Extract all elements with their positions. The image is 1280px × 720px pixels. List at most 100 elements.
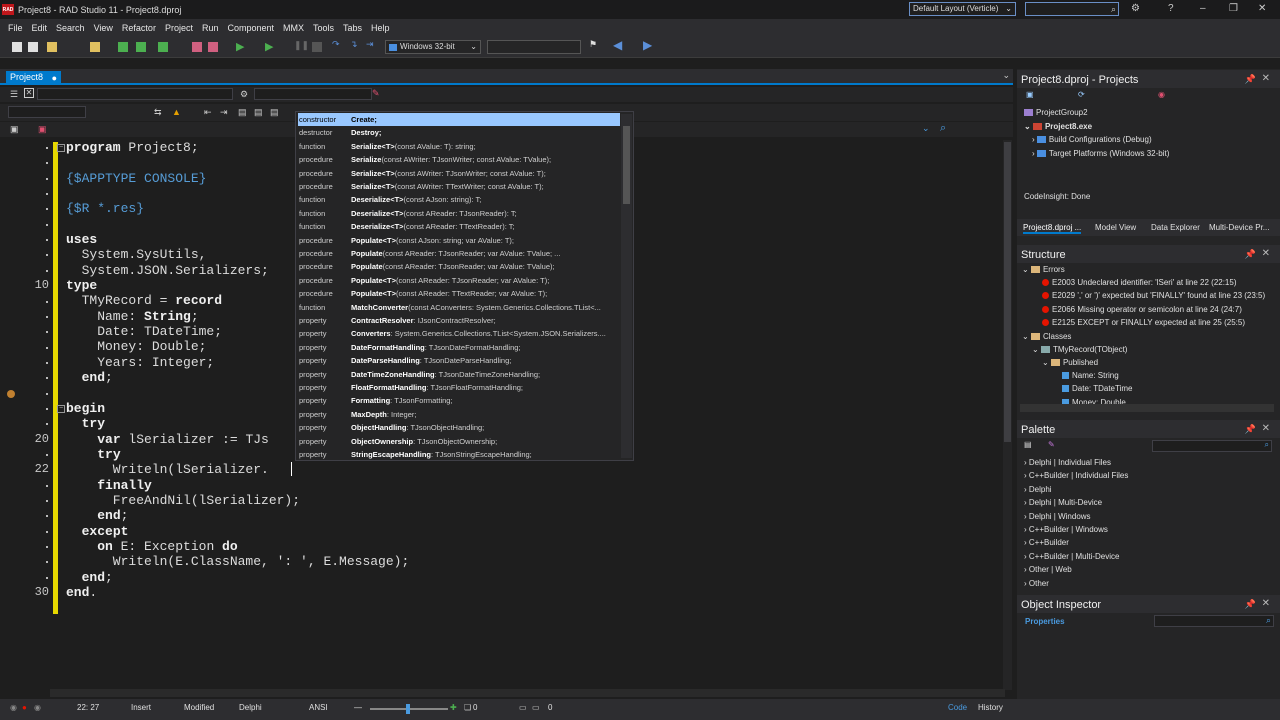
scrollbar-thumb[interactable] (623, 126, 630, 204)
tab-data-explorer[interactable]: Data Explorer (1151, 223, 1200, 232)
tab-model-view[interactable]: Model View (1095, 223, 1136, 232)
completion-item[interactable]: property DateTimeZoneHandling: TJsonDateT… (298, 368, 620, 381)
save-icon[interactable] (118, 42, 128, 52)
outdent-icon[interactable]: ⇥ (220, 107, 228, 118)
menu-item-help[interactable]: Help (371, 23, 390, 33)
palette-category[interactable]: › Other | Web (1024, 565, 1072, 574)
sync-icon[interactable]: ⟳ (1078, 90, 1085, 99)
comment-icon[interactable]: ▤ (238, 107, 247, 118)
completion-item[interactable]: property Formatting: TJsonFormatting; (298, 394, 620, 407)
menu-item-view[interactable]: View (94, 23, 113, 33)
classes-node[interactable]: ⌄ Classes (1022, 332, 1071, 341)
minimize-icon[interactable]: – (1200, 3, 1206, 14)
pin-icon[interactable]: 📌 (1245, 74, 1256, 85)
field-item[interactable]: Date: TDateTime (1062, 384, 1132, 393)
completion-item[interactable]: procedure Populate(const AReader: TJsonRe… (298, 260, 620, 273)
inspector-search-input[interactable]: ⌕ (1154, 615, 1274, 627)
code-line[interactable]: end; (66, 570, 409, 585)
customize-icon[interactable]: ⚙ (1131, 3, 1140, 14)
editor-search-input[interactable] (8, 106, 86, 118)
remove-from-project-icon[interactable] (192, 42, 202, 52)
errors-node[interactable]: ⌄ Errors (1022, 265, 1065, 274)
error-item[interactable]: E2003 Undeclared identifier: 'lSeri' at … (1042, 278, 1237, 287)
completion-item[interactable]: procedure Populate<T>(const AReader: TTex… (298, 287, 620, 300)
close-icon[interactable]: ✕ (1262, 73, 1270, 84)
chevron-down-icon[interactable]: ⌄ (1002, 70, 1010, 81)
menu-item-search[interactable]: Search (56, 23, 85, 33)
completion-item[interactable]: function Deserialize<T>(const AReader: TT… (298, 220, 620, 233)
structure-tree[interactable]: ⌄ Errors ⌄ Classes ⌄ TMyRecord(TObject) … (1020, 265, 1275, 405)
tab-projects[interactable]: Project8.dproj ... (1023, 223, 1082, 234)
step-over-icon[interactable]: ↷ (332, 39, 342, 49)
code-line[interactable]: finally (66, 478, 409, 493)
error-item[interactable]: E2125 EXCEPT or FINALLY expected at line… (1042, 318, 1245, 327)
stop-icon[interactable] (312, 42, 322, 52)
format-icon[interactable]: ⇆ (154, 107, 162, 118)
record-node[interactable]: ⌄ TMyRecord(TObject) (1032, 345, 1127, 354)
build-config-node[interactable]: › Build Configurations (Debug) (1032, 135, 1152, 144)
completion-item[interactable]: procedure Serialize<T>(const AWriter: TTe… (298, 180, 620, 193)
completion-item[interactable]: function Deserialize<T>(const AJson: stri… (298, 193, 620, 206)
toggle-form-icon[interactable] (208, 42, 218, 52)
close-icon[interactable]: ✕ (1262, 248, 1270, 259)
completion-item[interactable]: property ObjectOwnership: TJsonObjectOwne… (298, 435, 620, 448)
completion-item[interactable]: property FloatFormatHandling: TJsonFloatF… (298, 381, 620, 394)
save-all-icon[interactable] (136, 42, 146, 52)
code-view-tab[interactable]: Code (948, 703, 967, 712)
code-line[interactable]: FreeAndNil(lSerializer); (66, 493, 409, 508)
menu-item-tools[interactable]: Tools (313, 23, 334, 33)
history-view-tab[interactable]: History (978, 703, 1003, 712)
projects-tree[interactable]: ProjectGroup2 ⌄ Project8.exe › Build Con… (1022, 106, 1277, 201)
zoom-slider-thumb[interactable] (406, 704, 410, 714)
structure-horizontal-scrollbar[interactable] (1020, 404, 1274, 412)
palette-category[interactable]: › C++Builder | Individual Files (1024, 471, 1128, 480)
list-icon[interactable]: ☰ (10, 89, 18, 100)
palette-category[interactable]: › C++Builder (1024, 538, 1069, 547)
close-editor-icon[interactable]: ✕ (24, 88, 34, 98)
zoom-in-icon[interactable]: ✚ (450, 703, 457, 712)
indent-icon[interactable]: ⇤ (204, 107, 212, 118)
project-node[interactable]: ⌄ Project8.exe (1024, 122, 1092, 131)
scrollbar-thumb[interactable] (1004, 142, 1011, 442)
fold-toggle-icon[interactable]: − (57, 404, 65, 413)
new-file-icon[interactable] (12, 42, 22, 52)
completion-item[interactable]: property MaxDepth: Integer; (298, 408, 620, 421)
tab-close-dot-icon[interactable]: ● (52, 73, 57, 83)
zoom-out-icon[interactable]: — (354, 703, 362, 712)
completion-scrollbar[interactable] (621, 114, 632, 458)
palette-category[interactable]: › Delphi | Windows (1024, 512, 1091, 521)
code-line[interactable]: Writeln(E.ClassName, ': ', E.Message); (66, 554, 409, 569)
palette-category[interactable]: › C++Builder | Windows (1024, 525, 1108, 534)
completion-item[interactable]: function Serialize<T>(const AValue: T): s… (298, 140, 620, 153)
run-without-debug-icon[interactable]: ▶ (265, 40, 275, 53)
find-icon[interactable]: ⌕ (940, 122, 946, 135)
fold-toggle-icon[interactable]: − (57, 144, 65, 152)
tab-multi-device[interactable]: Multi-Device Pr... (1209, 223, 1269, 232)
warning-icon[interactable]: ▲ (172, 107, 181, 117)
collapse-arrow-icon[interactable]: ⌄ (1024, 122, 1033, 131)
project-group-node[interactable]: ProjectGroup2 (1024, 108, 1088, 117)
close-icon[interactable]: ✕ (1262, 598, 1270, 609)
menu-item-tabs[interactable]: Tabs (343, 23, 362, 33)
zoom-slider[interactable] (370, 704, 448, 714)
completion-item[interactable]: function Deserialize<T>(const AReader: TJ… (298, 207, 620, 220)
encoding[interactable]: ANSI (309, 703, 328, 712)
palette-category[interactable]: › Delphi | Multi-Device (1024, 498, 1102, 507)
collapse-arrow-icon[interactable]: ⌄ (1032, 345, 1041, 354)
menu-item-run[interactable]: Run (202, 23, 219, 33)
trace-into-icon[interactable]: ↴ (350, 39, 360, 49)
code-completion-popup[interactable]: constructor Create; destructor Destroy; func… (295, 111, 634, 461)
palette-list[interactable]: › Delphi | Individual Files › C++Builder … (1022, 458, 1277, 590)
layout-dropdown[interactable]: Default Layout (Verticle) ⌄ (909, 2, 1016, 16)
palette-category[interactable]: › Delphi (1024, 485, 1052, 494)
restore-icon[interactable]: ❐ (1229, 3, 1238, 14)
code-line[interactable]: Writeln(lSerializer. (66, 462, 409, 477)
properties-tab[interactable]: Properties (1025, 617, 1065, 626)
menu-item-edit[interactable]: Edit (32, 23, 48, 33)
collapse-arrow-icon[interactable]: ⌄ (1022, 332, 1031, 341)
help-icon[interactable]: ? (1168, 3, 1174, 14)
collapse-arrow-icon[interactable]: ⌄ (1042, 358, 1051, 367)
language[interactable]: Delphi (239, 703, 262, 712)
palette-options-icon[interactable]: ▤ (1024, 440, 1032, 449)
activate-icon[interactable]: ▣ (1026, 90, 1034, 99)
